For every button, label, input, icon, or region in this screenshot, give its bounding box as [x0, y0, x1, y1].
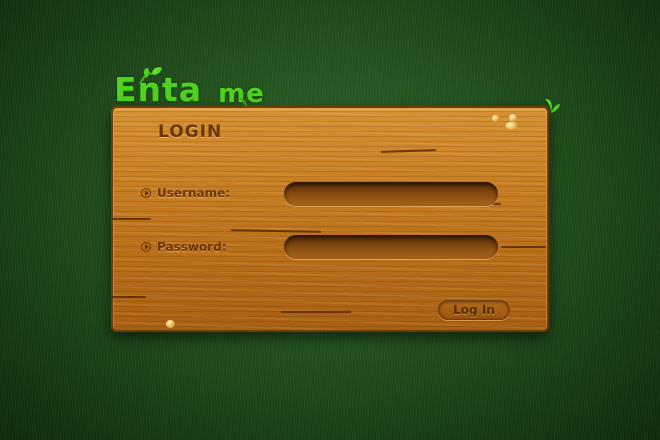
wood-crack	[111, 218, 151, 220]
password-label: Password:	[141, 240, 227, 254]
water-drop	[505, 122, 519, 129]
water-drop	[492, 115, 499, 122]
password-input[interactable]	[284, 235, 498, 259]
username-label: Username:	[141, 186, 230, 200]
wood-crack	[111, 296, 146, 298]
username-input[interactable]	[284, 182, 498, 206]
login-panel: LOGIN Username: Password: Log In	[111, 106, 549, 332]
water-drop	[509, 114, 517, 122]
username-label-text: Username:	[157, 186, 231, 200]
password-label-text: Password:	[157, 240, 227, 254]
water-drop	[166, 320, 175, 328]
wood-crack	[380, 149, 437, 153]
arrow-right-icon	[141, 242, 151, 252]
leaf-icon	[139, 67, 162, 85]
login-title: LOGIN	[158, 122, 223, 142]
login-button[interactable]: Log In	[438, 300, 510, 320]
arrow-right-icon	[141, 188, 151, 198]
wood-crack	[230, 229, 322, 233]
wood-crack	[501, 246, 546, 248]
wood-crack	[281, 311, 351, 313]
